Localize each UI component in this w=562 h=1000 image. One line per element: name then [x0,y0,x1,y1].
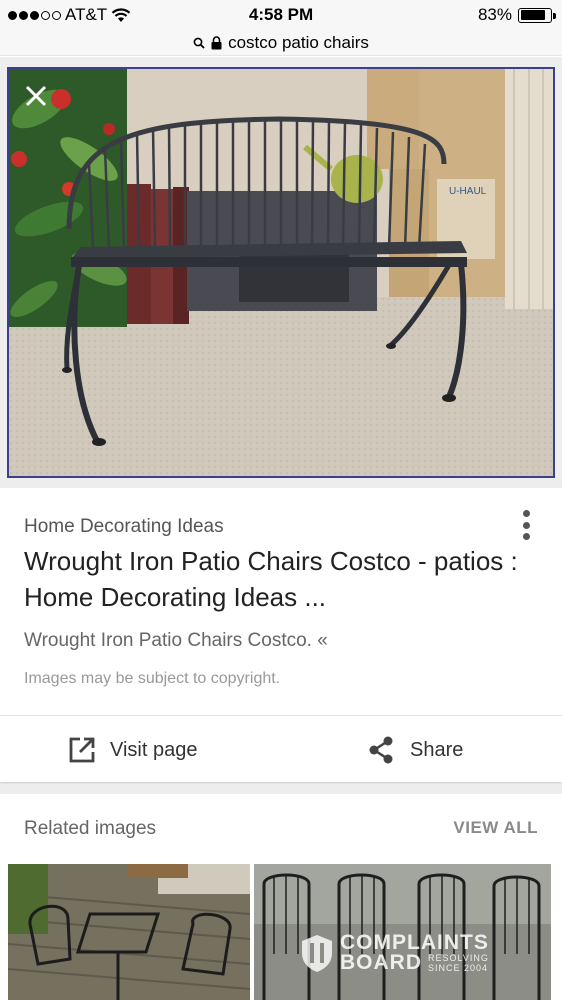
svg-text:U-HAUL: U-HAUL [449,186,487,197]
url-bar[interactable]: costco patio chairs [0,30,562,56]
visit-page-button[interactable]: Visit page [68,732,197,768]
battery-level [520,10,545,20]
status-bar-right: 83% [477,5,556,25]
battery-icon [518,7,556,23]
copyright-notice: Images may be subject to copyright. [24,670,281,687]
close-icon [25,85,47,107]
watermark-line2: BOARD [340,951,422,974]
open-in-new-icon [69,737,95,763]
share-label: Share [410,738,464,761]
related-images-section: Related images VIEW ALL COMPLAINTS BOARD… [0,794,562,1000]
share-icon [369,736,393,764]
more-options-button[interactable] [516,508,536,542]
complaints-board-watermark: COMPLAINTS BOARD RESOLVING SINCE 2004 [300,931,489,974]
result-snippet: Wrought Iron Patio Chairs Costco. « [24,630,328,651]
result-title[interactable]: Wrought Iron Patio Chairs Costco - patio… [24,543,524,615]
close-button[interactable] [21,81,51,111]
divider [0,715,562,716]
status-bar: AT&T 4:58 PM 83% [0,0,562,30]
more-vert-icon [522,510,530,517]
related-image-thumbnail[interactable] [8,864,250,1000]
watermark-tag1: RESOLVING [428,953,489,963]
related-image-patio-table [8,864,250,1000]
battery-percent: 83% [477,5,512,24]
view-all-button[interactable]: VIEW ALL [453,818,538,838]
image-viewer[interactable]: U-HAUL [7,67,555,478]
result-source[interactable]: Home Decorating Ideas [24,516,224,538]
patio-bench-image: U-HAUL [9,69,553,476]
related-images-title: Related images [24,818,157,839]
watermark-line1: COMPLAINTS [340,931,489,954]
result-card: Home Decorating Ideas Wrought Iron Patio… [0,488,562,782]
url-query: costco patio chairs [228,32,369,52]
share-button[interactable]: Share [366,732,463,768]
shield-icon [302,935,332,972]
lock-icon [211,35,222,49]
visit-page-label: Visit page [110,738,198,761]
watermark-tag2: SINCE 2004 [428,963,489,973]
search-icon [193,37,205,49]
